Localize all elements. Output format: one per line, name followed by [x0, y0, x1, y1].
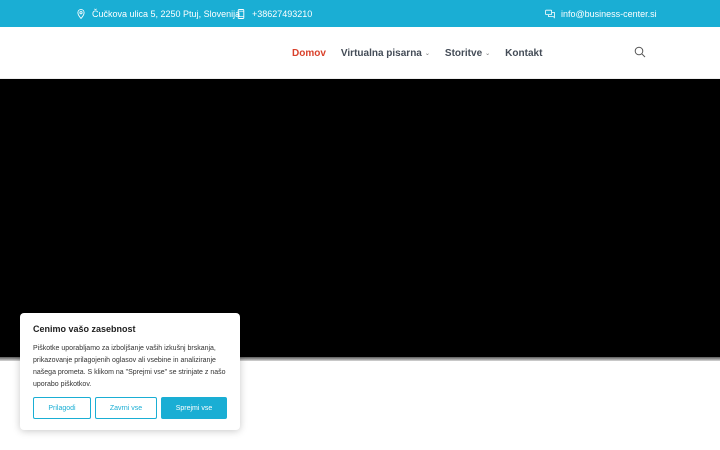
phone-icon	[236, 8, 246, 19]
main-nav: Domov Virtualna pisarna ⌄ Storitve ⌄ Kon…	[292, 27, 542, 79]
chevron-down-icon: ⌄	[485, 50, 491, 57]
phone-text: +38627493210	[252, 8, 313, 19]
customize-button[interactable]: Prilagodi	[33, 397, 91, 419]
reject-all-button[interactable]: Zavrni vse	[95, 397, 157, 419]
address-text: Čučkova ulica 5, 2250 Ptuj, Slovenija	[92, 8, 241, 19]
top-info-bar: Čučkova ulica 5, 2250 Ptuj, Slovenija +3…	[0, 0, 720, 27]
site-header: Domov Virtualna pisarna ⌄ Storitve ⌄ Kon…	[0, 27, 720, 79]
search-button[interactable]	[634, 46, 646, 58]
search-icon	[634, 46, 646, 58]
location-pin-icon	[76, 8, 86, 19]
nav-label: Storitve	[444, 47, 483, 59]
nav-item-kontakt[interactable]: Kontakt	[505, 48, 542, 59]
email-info[interactable]: info@business-center.si	[545, 0, 657, 27]
nav-item-storitve[interactable]: Storitve ⌄	[445, 48, 490, 59]
accept-all-button[interactable]: Sprejmi vse	[161, 397, 227, 419]
chevron-down-icon: ⌄	[424, 50, 430, 57]
nav-item-domov[interactable]: Domov	[292, 48, 326, 59]
email-text: info@business-center.si	[561, 8, 657, 19]
nav-label: Kontakt	[505, 47, 543, 59]
chat-icon	[545, 9, 555, 19]
nav-label: Domov	[292, 47, 326, 59]
nav-item-virtualna-pisarna[interactable]: Virtualna pisarna ⌄	[341, 48, 430, 59]
cookie-consent-panel: Cenimo vašo zasebnost Piškotke uporablja…	[20, 313, 240, 430]
cookie-text: Piškotke uporabljamo za izboljšanje vaši…	[33, 345, 226, 388]
phone-info[interactable]: +38627493210	[236, 0, 312, 27]
nav-label: Virtualna pisarna	[340, 47, 422, 59]
cookie-title: Cenimo vašo zasebnost	[33, 324, 136, 334]
address-info[interactable]: Čučkova ulica 5, 2250 Ptuj, Slovenija	[76, 0, 240, 27]
cookie-buttons: Prilagodi Zavrni vse Sprejmi vse	[33, 397, 227, 419]
